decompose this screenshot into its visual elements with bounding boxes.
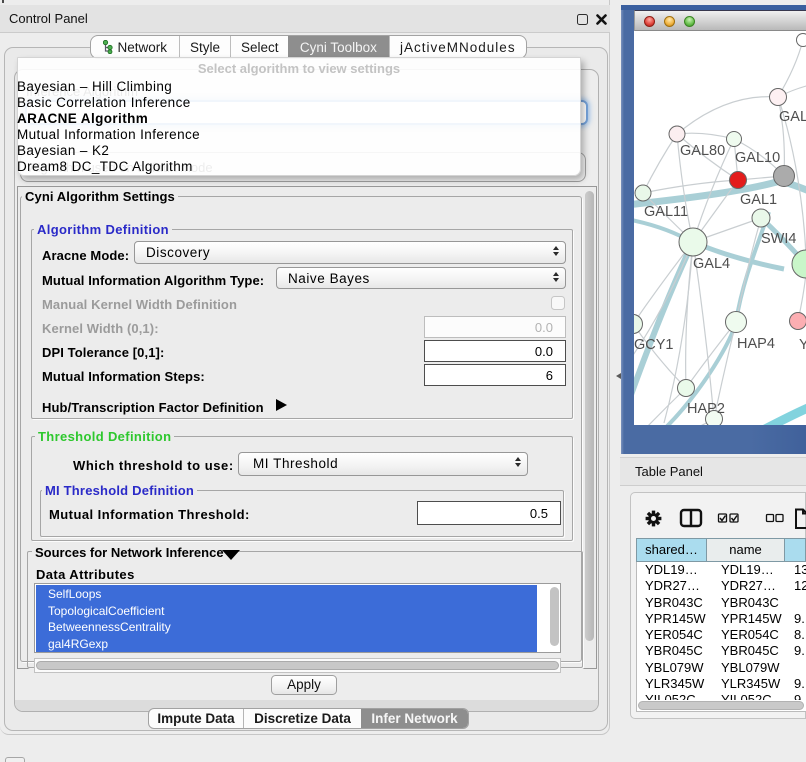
svg-text:Y: Y (799, 337, 806, 353)
svg-text:GAL1: GAL1 (740, 192, 777, 208)
svg-text:GCY1: GCY1 (634, 337, 674, 353)
svg-text:GAL2: GAL2 (779, 109, 806, 125)
svg-text:GAL4: GAL4 (693, 256, 730, 272)
svg-text:HAP2: HAP2 (687, 401, 725, 417)
svg-text:GAL11: GAL11 (644, 204, 688, 220)
svg-text:SWI4: SWI4 (761, 231, 796, 247)
svg-text:HAP4: HAP4 (737, 336, 775, 352)
svg-text:GAL10: GAL10 (735, 150, 780, 166)
svg-text:GAL80: GAL80 (680, 143, 725, 159)
